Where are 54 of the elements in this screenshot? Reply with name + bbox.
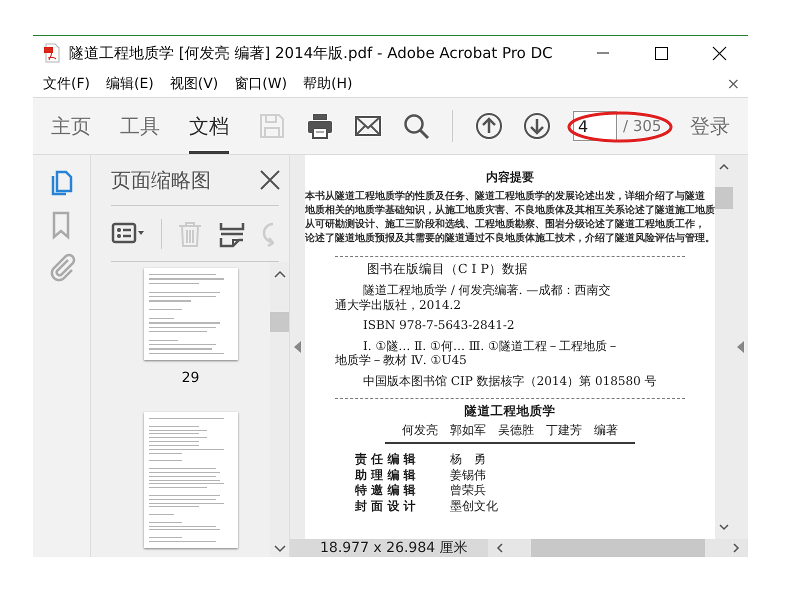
window-title: 隧道工程地质学 [何发亮 编著] 2014年版.pdf - Adobe Acrobat Pro DC bbox=[69, 44, 554, 62]
credit-name: 杨 勇 bbox=[450, 452, 487, 466]
credit-role: 助 理 编 辑 bbox=[355, 468, 417, 482]
credit-name: 曾荣兵 bbox=[450, 483, 487, 498]
collapse-arrow-icon[interactable] bbox=[294, 341, 301, 353]
scroll-up-icon[interactable] bbox=[274, 270, 286, 278]
menu-item[interactable]: 帮助(H) bbox=[303, 74, 353, 92]
scroll-down-icon[interactable] bbox=[274, 545, 286, 553]
cip-text: 隧道工程地质学 / 何发亮编著. —成都：西南交 bbox=[363, 283, 612, 298]
pdf-file-icon bbox=[43, 43, 61, 63]
cip-text: ISBN 978-7-5643-2841-2 bbox=[363, 318, 516, 332]
scrollbar-thumb[interactable] bbox=[715, 187, 733, 209]
close-document-button[interactable]: × bbox=[726, 74, 740, 93]
cip-text: Ⅰ. ①隧… Ⅱ. ①何… Ⅲ. ①隧道工程－工程地质－ bbox=[363, 338, 620, 353]
tab[interactable]: 主页 bbox=[51, 98, 91, 154]
credit-role: 特 邀 编 辑 bbox=[355, 483, 417, 498]
credit-role: 责 任 编 辑 bbox=[355, 452, 417, 466]
page-size-label: 18.977 x 26.984 厘米 bbox=[290, 539, 488, 557]
credit-name: 姜锡伟 bbox=[450, 468, 487, 482]
credit-name: 墨创文化 bbox=[450, 498, 499, 513]
page-thumbnail[interactable] bbox=[144, 412, 238, 548]
authors-line: 何发亮 郭如军 吴德胜 丁建芳 编著 bbox=[385, 422, 635, 444]
abstract-line: 论述了隧道地质预报及其需要的隧道通过不良地质体施工技术，介绍了隧道风险评估与管理。 bbox=[305, 232, 715, 246]
page-thumbnail[interactable] bbox=[144, 268, 238, 360]
print-icon[interactable] bbox=[306, 112, 334, 140]
page-number: 29 bbox=[182, 370, 200, 386]
scrollbar-thumb[interactable] bbox=[530, 539, 705, 557]
cip-text: 中国版本图书馆 CIP 数据核字（2014）第 018580 号 bbox=[363, 374, 658, 388]
scrollbar-thumb[interactable] bbox=[270, 312, 289, 332]
cip-text: 通大学出版社，2014.2 bbox=[335, 298, 462, 312]
menu-item[interactable]: 文件(F) bbox=[43, 74, 90, 92]
sign-in-link[interactable]: 登录 bbox=[690, 112, 730, 140]
menu-item[interactable]: 视图(V) bbox=[170, 74, 218, 92]
cip-heading: 图书在版编目（C I P）数据 bbox=[367, 261, 529, 278]
collapse-arrow-icon[interactable] bbox=[737, 341, 744, 353]
scroll-up-icon[interactable] bbox=[719, 163, 729, 170]
search-icon[interactable] bbox=[402, 112, 430, 140]
close-icon[interactable] bbox=[259, 169, 281, 191]
abstract-line: 本书从隧道工程地质学的性质及任务、隧道工程地质学的发展论述出发，详细介绍了与隧道 bbox=[305, 190, 706, 204]
panel-title: 页面缩略图 bbox=[111, 166, 211, 194]
scroll-down-icon[interactable] bbox=[719, 524, 729, 531]
book-title: 隧道工程地质学 bbox=[464, 403, 556, 420]
paperclip-icon[interactable] bbox=[48, 252, 76, 282]
tab[interactable]: 工具 bbox=[120, 98, 160, 154]
abstract-heading: 内容提要 bbox=[485, 169, 535, 186]
scroll-left-icon[interactable] bbox=[496, 543, 503, 553]
abstract-line: 从可研勘测设计、施工三阶段和选线、工程地质勘察、围岩分级论述了隧道工程地质工作， bbox=[305, 218, 706, 232]
menu-item[interactable]: 窗口(W) bbox=[234, 74, 288, 92]
page-count: / 305 bbox=[623, 117, 662, 135]
scroll-right-icon[interactable] bbox=[733, 543, 740, 553]
menu-item[interactable]: 编辑(E) bbox=[106, 74, 154, 92]
cip-text: 地质学－教材 Ⅳ. ①U45 bbox=[335, 353, 468, 368]
abstract-line: 地质相关的地质学基础知识，从施工地质灾害、不良地质体及其相互关系论述了隧道施工地质 bbox=[305, 204, 715, 218]
credit-role: 封 面 设 计 bbox=[355, 498, 417, 513]
